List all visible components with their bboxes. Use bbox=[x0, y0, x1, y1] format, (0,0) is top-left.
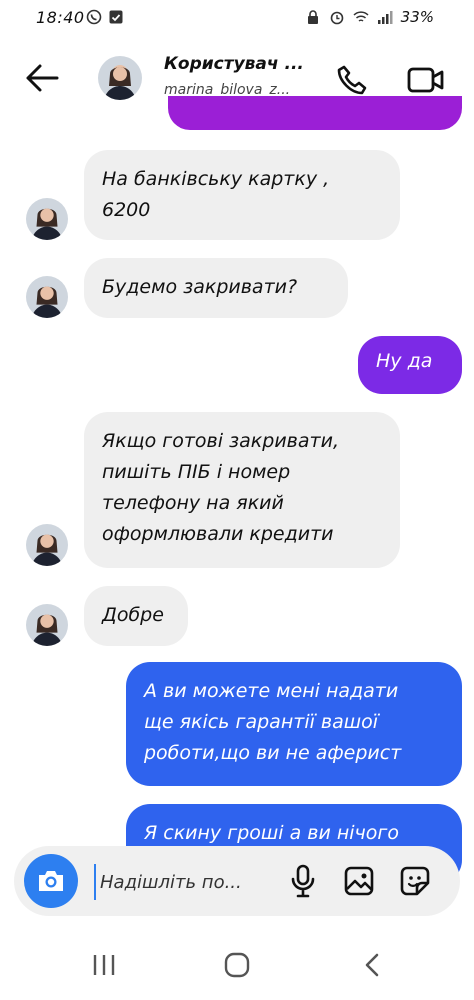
signal-icon bbox=[377, 11, 393, 24]
alarm-icon bbox=[330, 11, 343, 25]
message-text: Ну да bbox=[376, 350, 433, 372]
previous-message-bubble bbox=[168, 96, 462, 130]
back-nav-button[interactable] bbox=[352, 948, 392, 982]
recent-apps-button[interactable] bbox=[84, 948, 124, 982]
message-text: ще якісь гарантії вашої bbox=[144, 711, 379, 733]
sticker-icon bbox=[400, 866, 430, 896]
message-outgoing[interactable]: А ви можете мені надати ще якісь гаранті… bbox=[126, 662, 462, 786]
microphone-icon bbox=[291, 864, 315, 898]
header-avatar[interactable] bbox=[98, 56, 142, 100]
sender-avatar[interactable] bbox=[26, 198, 68, 240]
message-outgoing[interactable]: Ну да bbox=[358, 336, 462, 394]
phone-icon bbox=[337, 65, 367, 95]
sender-avatar[interactable] bbox=[26, 276, 68, 318]
profile-photo bbox=[26, 524, 68, 566]
message-incoming[interactable]: Якщо готові закривати, пишіть ПІБ і номе… bbox=[84, 412, 400, 568]
message-incoming[interactable]: Будемо закривати? bbox=[84, 258, 348, 318]
camera-icon bbox=[39, 871, 63, 891]
status-time: 18:40 bbox=[36, 8, 85, 27]
message-text: Якщо готові закривати, bbox=[102, 430, 339, 452]
status-left-icons bbox=[86, 9, 124, 25]
camera-button[interactable] bbox=[24, 854, 78, 908]
home-icon bbox=[224, 952, 250, 978]
profile-photo bbox=[26, 276, 68, 318]
battery-percent: 33% bbox=[400, 8, 434, 26]
message-text: Будемо закривати? bbox=[102, 276, 298, 298]
back-arrow-icon bbox=[26, 64, 59, 92]
back-button[interactable] bbox=[20, 56, 64, 100]
system-nav-bar bbox=[0, 930, 474, 1000]
profile-photo bbox=[26, 198, 68, 240]
message-text: роботи,що ви не аферист bbox=[144, 742, 402, 764]
message-text: На банківську картку , bbox=[102, 168, 330, 190]
status-bar: 18:40 33% bbox=[0, 0, 474, 36]
recent-apps-icon bbox=[93, 955, 115, 975]
lock-icon bbox=[307, 10, 318, 24]
home-button[interactable] bbox=[217, 948, 257, 982]
voice-message-button[interactable] bbox=[284, 862, 322, 900]
message-text: телефону на який bbox=[102, 492, 284, 514]
sticker-button[interactable] bbox=[396, 862, 434, 900]
profile-photo bbox=[26, 604, 68, 646]
wifi-icon bbox=[353, 11, 369, 22]
message-incoming[interactable]: Добре bbox=[84, 586, 188, 646]
contact-name[interactable]: Користувач ... bbox=[164, 54, 304, 74]
gallery-icon bbox=[344, 866, 374, 896]
sender-avatar[interactable] bbox=[26, 604, 68, 646]
viber-icon bbox=[86, 9, 102, 25]
status-right-icons: 33% bbox=[305, 8, 434, 26]
message-text: 6200 bbox=[102, 199, 151, 221]
gallery-button[interactable] bbox=[340, 862, 378, 900]
message-text: А ви можете мені надати bbox=[144, 680, 399, 702]
message-composer bbox=[14, 846, 460, 916]
message-text: оформлювали кредити bbox=[102, 523, 334, 545]
message-text: пишіть ПІБ і номер bbox=[102, 461, 291, 483]
notification-check-icon bbox=[109, 10, 123, 24]
message-text: Добре bbox=[102, 604, 164, 626]
video-camera-icon bbox=[407, 67, 444, 93]
sender-avatar[interactable] bbox=[26, 524, 68, 566]
profile-photo bbox=[98, 56, 142, 100]
message-incoming[interactable]: На банківську картку , 6200 bbox=[84, 150, 400, 240]
message-input[interactable] bbox=[94, 864, 282, 900]
message-text: Я скину гроші а ви нічого bbox=[144, 822, 400, 844]
back-nav-icon bbox=[365, 953, 379, 977]
